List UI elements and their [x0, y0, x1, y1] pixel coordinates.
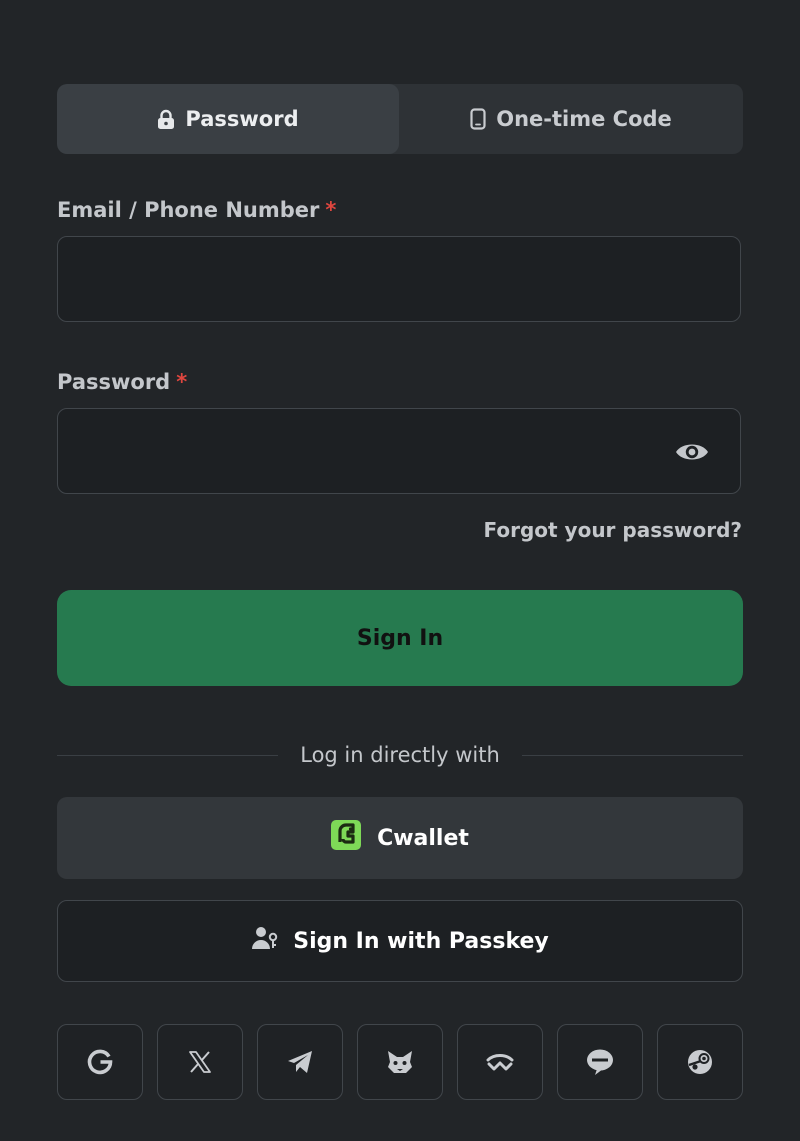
social-login-row [57, 1024, 743, 1100]
metamask-icon [386, 1049, 414, 1075]
cwallet-label: Cwallet [377, 825, 469, 851]
password-label-text: Password [57, 370, 171, 394]
x-login-button[interactable] [157, 1024, 243, 1100]
telegram-login-button[interactable] [257, 1024, 343, 1100]
telegram-icon [286, 1049, 314, 1075]
google-login-button[interactable] [57, 1024, 143, 1100]
eye-icon[interactable] [674, 440, 710, 464]
phone-icon [470, 108, 486, 130]
tab-one-time-code-label: One-time Code [496, 107, 672, 131]
lock-icon [157, 109, 175, 130]
tab-password-label: Password [185, 107, 299, 131]
walletconnect-login-button[interactable] [457, 1024, 543, 1100]
walletconnect-icon [485, 1052, 515, 1072]
steam-login-button[interactable] [657, 1024, 743, 1100]
login-method-tabs: Password One-time Code [57, 84, 743, 154]
required-mark: * [176, 370, 188, 394]
line-login-button[interactable] [557, 1024, 643, 1100]
password-input[interactable] [58, 409, 740, 493]
steam-icon [686, 1048, 714, 1076]
google-icon [86, 1048, 114, 1076]
email-field-label: Email / Phone Number * [57, 198, 336, 222]
divider-line-right [521, 754, 743, 756]
passkey-label: Sign In with Passkey [293, 928, 549, 954]
divider-text: Log in directly with [300, 743, 500, 767]
x-icon [187, 1049, 213, 1075]
cwallet-button[interactable]: Cwallet [57, 797, 743, 879]
sign-in-button[interactable]: Sign In [57, 590, 743, 686]
line-icon [585, 1048, 615, 1076]
forgot-password-link[interactable]: Forgot your password? [484, 518, 743, 542]
tab-one-time-code[interactable]: One-time Code [399, 84, 743, 154]
passkey-button[interactable]: Sign In with Passkey [57, 900, 743, 982]
email-field[interactable] [57, 236, 741, 322]
login-panel: Password One-time Code Email / Phone Num… [0, 0, 800, 1141]
tab-password[interactable]: Password [57, 84, 399, 154]
divider: Log in directly with [57, 740, 743, 770]
required-mark: * [325, 198, 337, 222]
email-input[interactable] [58, 237, 740, 321]
password-field[interactable] [57, 408, 741, 494]
email-label-text: Email / Phone Number [57, 198, 320, 222]
cwallet-icon [331, 820, 362, 856]
metamask-login-button[interactable] [357, 1024, 443, 1100]
passkey-icon [251, 925, 279, 957]
password-field-label: Password * [57, 370, 187, 394]
divider-line-left [57, 754, 279, 756]
